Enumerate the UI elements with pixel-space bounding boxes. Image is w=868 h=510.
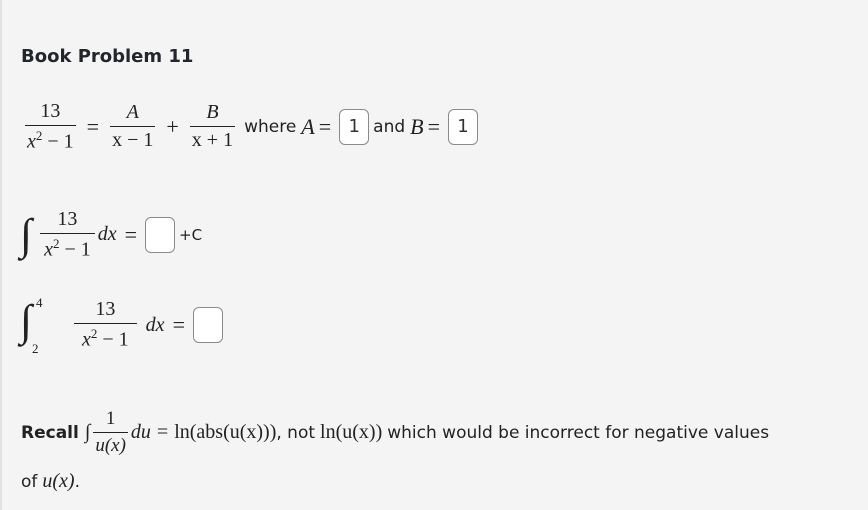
term2-numerator: B (206, 101, 219, 124)
problem-title: Book Problem 11 (21, 46, 194, 67)
a-label: A (301, 113, 315, 139)
correct-formula: ln(abs(u(x))) (174, 421, 277, 443)
integral-sign: ∫ (84, 421, 91, 443)
equals-sign: = (172, 312, 185, 337)
plus-c-text: +C (179, 225, 203, 244)
lhs-fraction: 13 x2 − 1 (25, 100, 76, 154)
and-text: and (373, 116, 406, 137)
not-text: , not (276, 422, 316, 443)
incorrect-formula: ln(u(x)) (320, 421, 383, 443)
definite-integral: ∫ 4 2 13 x2 − 1 dx = (20, 295, 227, 356)
recall-tail-text: which would be incorrect for negative va… (387, 422, 770, 443)
partial-fraction-equation: 13 x2 − 1 = A x − 1 + B x + 1 where A = … (22, 100, 482, 154)
recall-label: Recall (21, 422, 79, 443)
term2-fraction: B x + 1 (189, 101, 236, 152)
integral-sign: ∫ (20, 296, 33, 345)
dx: dx (97, 223, 117, 246)
a-answer-input[interactable]: 1 (339, 108, 370, 145)
indefinite-integral: ∫ 13 x2 − 1 dx = +C (20, 208, 202, 262)
b-answer-input[interactable]: 1 (448, 108, 479, 145)
du: du (130, 421, 151, 443)
recall-note-line2: of u(x) . (21, 470, 80, 492)
a-equals: = (318, 113, 332, 139)
upper-limit: 4 (36, 295, 43, 310)
indefinite-answer-input[interactable] (145, 216, 176, 253)
term2-denominator: x + 1 (189, 126, 236, 152)
where-text: where (244, 116, 297, 137)
recall-note: Recall ∫ 1 u(x) du = ln(abs(u(x))) , not… (21, 408, 769, 457)
plus-sign: + (166, 113, 179, 139)
equals-sign: = (124, 221, 138, 247)
integrand-fraction: 13 x2 − 1 (40, 208, 95, 262)
equals-sign: = (156, 421, 169, 443)
term1-numerator: A (126, 101, 139, 124)
integral-with-limits: ∫ 4 2 (20, 295, 46, 356)
term1-denominator: x − 1 (110, 126, 156, 152)
b-equals: = (427, 113, 441, 139)
integral-sign: ∫ (20, 209, 33, 259)
lhs-denominator: x2 − 1 (25, 125, 76, 154)
dx: dx (145, 313, 165, 336)
term1-fraction: A x − 1 (110, 101, 156, 152)
recall-fraction: 1 u(x) (93, 408, 128, 456)
integrand-fraction: 13 x2 − 1 (74, 298, 137, 352)
lhs-numerator: 13 (40, 100, 61, 122)
lower-limit: 2 (32, 341, 39, 356)
equals-sign: = (86, 113, 100, 139)
b-label: B (410, 113, 424, 139)
definite-answer-input[interactable] (192, 307, 223, 343)
